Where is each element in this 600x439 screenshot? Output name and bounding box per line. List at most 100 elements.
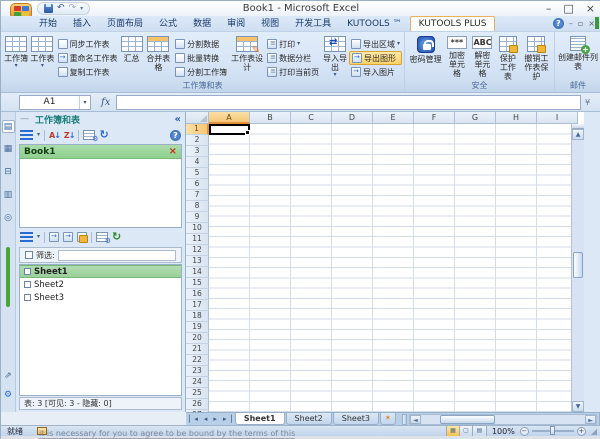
export-graphics-button[interactable]: 导出图形 bbox=[349, 51, 402, 65]
protect-worksheet-button[interactable]: 保护工作表 bbox=[495, 34, 520, 79]
row-header-15[interactable]: 15 bbox=[186, 278, 209, 289]
import-export-button[interactable]: 导入导出 ▾ bbox=[321, 34, 349, 79]
refresh-sheets-icon[interactable]: ↻ bbox=[112, 232, 121, 242]
encrypt-cells-button[interactable]: *** 加密单元格 bbox=[444, 34, 469, 79]
help-icon[interactable]: ? bbox=[553, 18, 564, 29]
sheet-list-item-sheet3[interactable]: Sheet3 bbox=[20, 291, 181, 304]
row-header-24[interactable]: 24 bbox=[186, 377, 209, 388]
column-header-D[interactable]: D bbox=[332, 112, 373, 124]
prev-sheet-icon[interactable]: ◂ bbox=[201, 415, 211, 423]
column-header-E[interactable]: E bbox=[373, 112, 414, 124]
worksheet-button[interactable]: 工作表 ▾ bbox=[29, 34, 55, 79]
minimize-button[interactable]: – bbox=[546, 2, 552, 15]
row-header-21[interactable]: 21 bbox=[186, 344, 209, 355]
close-workbook-icon[interactable]: × bbox=[169, 146, 177, 157]
export-range-button[interactable]: 导出区域 ▾ bbox=[349, 37, 402, 51]
insert-worksheet-tab-icon[interactable]: ✶ bbox=[380, 413, 396, 425]
workbook-pane-tab-icon[interactable]: ▤ bbox=[2, 120, 15, 133]
close-button[interactable]: × bbox=[586, 2, 595, 15]
row-header-2[interactable]: 2 bbox=[186, 135, 209, 146]
zoom-slider[interactable] bbox=[532, 430, 574, 432]
worksheet-pane-tab-icon[interactable]: ▦ bbox=[2, 143, 15, 156]
sheet-checkbox[interactable] bbox=[24, 268, 31, 275]
sheet-list-item-sheet1[interactable]: Sheet1 bbox=[20, 265, 181, 278]
row-header-13[interactable]: 13 bbox=[186, 256, 209, 267]
redo-icon[interactable]: ↷ bbox=[69, 4, 77, 13]
sheet-checkbox[interactable] bbox=[24, 294, 31, 301]
last-sheet-icon[interactable]: ▸▕ bbox=[220, 415, 235, 423]
zoom-level[interactable]: 100% bbox=[492, 427, 515, 436]
menu-icon[interactable] bbox=[20, 232, 33, 242]
row-header-12[interactable]: 12 bbox=[186, 245, 209, 256]
collapse-pane-icon[interactable]: « bbox=[175, 114, 181, 125]
open-external-icon[interactable]: ⇗ bbox=[2, 370, 15, 383]
sync-worksheets-button[interactable]: 同步工作表 bbox=[56, 37, 120, 51]
filter-checkbox[interactable] bbox=[25, 251, 33, 259]
row-header-5[interactable]: 5 bbox=[186, 168, 209, 179]
selected-cell[interactable] bbox=[209, 124, 250, 135]
pane-resizer-handle[interactable] bbox=[6, 247, 10, 307]
expand-formula-bar-icon[interactable]: ¥ bbox=[585, 98, 597, 107]
workbook-close-icon[interactable]: × bbox=[588, 19, 595, 28]
sheet-list-item-sheet2[interactable]: Sheet2 bbox=[20, 278, 181, 291]
import-pictures-button[interactable]: 导入图片 bbox=[349, 65, 402, 79]
sort-descending-icon[interactable]: Z↓ bbox=[64, 131, 75, 140]
scroll-left-icon[interactable]: ◄ bbox=[410, 415, 421, 424]
row-header-10[interactable]: 10 bbox=[186, 223, 209, 234]
column-header-H[interactable]: H bbox=[496, 112, 537, 124]
chevron-down-icon[interactable]: ▾ bbox=[37, 132, 40, 138]
sheet-checkbox[interactable] bbox=[24, 281, 31, 288]
column-header-G[interactable]: G bbox=[455, 112, 496, 124]
create-mailing-list-button[interactable]: 创建邮件列表 bbox=[557, 34, 599, 79]
row-header-17[interactable]: 17 bbox=[186, 300, 209, 311]
tab-insert[interactable]: 插入 bbox=[65, 14, 99, 31]
rename-worksheets-button[interactable]: 重命名工作表 bbox=[56, 51, 120, 65]
row-header-19[interactable]: 19 bbox=[186, 322, 209, 333]
grid-cells[interactable] bbox=[209, 124, 571, 412]
row-header-16[interactable]: 16 bbox=[186, 289, 209, 300]
sheet-tab-sheet1[interactable]: Sheet1 bbox=[235, 413, 285, 425]
formula-input[interactable] bbox=[116, 95, 581, 110]
column-header-B[interactable]: B bbox=[250, 112, 291, 124]
row-header-9[interactable]: 9 bbox=[186, 212, 209, 223]
print-current-page-button[interactable]: 打印当前页 bbox=[265, 65, 321, 79]
password-manager-button[interactable]: 密码管理 bbox=[407, 34, 444, 79]
row-header-4[interactable]: 4 bbox=[186, 157, 209, 168]
save-icon[interactable] bbox=[44, 4, 53, 13]
tab-home[interactable]: 开始 bbox=[31, 14, 65, 31]
row-header-1[interactable]: 1 bbox=[186, 124, 209, 135]
row-header-20[interactable]: 20 bbox=[186, 333, 209, 344]
horizontal-scrollbar[interactable]: ◄ ► bbox=[409, 414, 597, 425]
pane-settings-icon[interactable] bbox=[83, 130, 95, 140]
zoom-in-icon[interactable]: + bbox=[577, 427, 586, 436]
sheet-settings-icon[interactable] bbox=[96, 232, 108, 242]
worksheet-design-button[interactable]: 工作表设计 bbox=[229, 34, 265, 79]
columns-pane-tab-icon[interactable]: ▥ bbox=[2, 189, 15, 202]
split-data-button[interactable]: 分割数据 bbox=[173, 37, 229, 51]
edit-sheet-icon[interactable] bbox=[49, 232, 59, 242]
row-header-14[interactable]: 14 bbox=[186, 267, 209, 278]
merge-tables-button[interactable]: 合并表格 bbox=[144, 34, 174, 79]
row-header-7[interactable]: 7 bbox=[186, 190, 209, 201]
menu-icon[interactable] bbox=[20, 130, 33, 140]
combine-button[interactable]: 汇总 bbox=[120, 34, 144, 79]
protect-sheet-icon[interactable] bbox=[77, 232, 87, 242]
maximize-button[interactable]: □ bbox=[563, 2, 573, 15]
refresh-icon[interactable]: ↻ bbox=[99, 130, 108, 140]
tab-kutools-plus[interactable]: KUTOOLS PLUS bbox=[410, 16, 496, 31]
row-header-18[interactable]: 18 bbox=[186, 311, 209, 322]
pane-pin-icon[interactable]: — bbox=[20, 114, 29, 124]
print-button[interactable]: 打印 ▾ bbox=[265, 37, 321, 51]
page-layout-view-button[interactable]: ▢ bbox=[460, 426, 473, 436]
row-header-22[interactable]: 22 bbox=[186, 355, 209, 366]
find-pane-tab-icon[interactable]: ◎ bbox=[2, 212, 15, 225]
sort-ascending-icon[interactable]: A↓ bbox=[49, 131, 60, 140]
unprotect-worksheet-button[interactable]: 撤销工作表保护 bbox=[521, 34, 552, 79]
gear-icon[interactable]: ⚙ bbox=[2, 389, 15, 402]
vertical-scrollbar[interactable]: ▲ ▼ bbox=[571, 124, 584, 412]
insert-function-icon[interactable]: fx bbox=[101, 97, 110, 108]
workbook-list-item[interactable]: Book1 × bbox=[20, 145, 181, 159]
next-sheet-icon[interactable]: ▸ bbox=[210, 415, 220, 423]
printer-pane-tab-icon[interactable]: ⊟ bbox=[2, 166, 15, 179]
goto-sheet-icon[interactable] bbox=[63, 232, 73, 242]
